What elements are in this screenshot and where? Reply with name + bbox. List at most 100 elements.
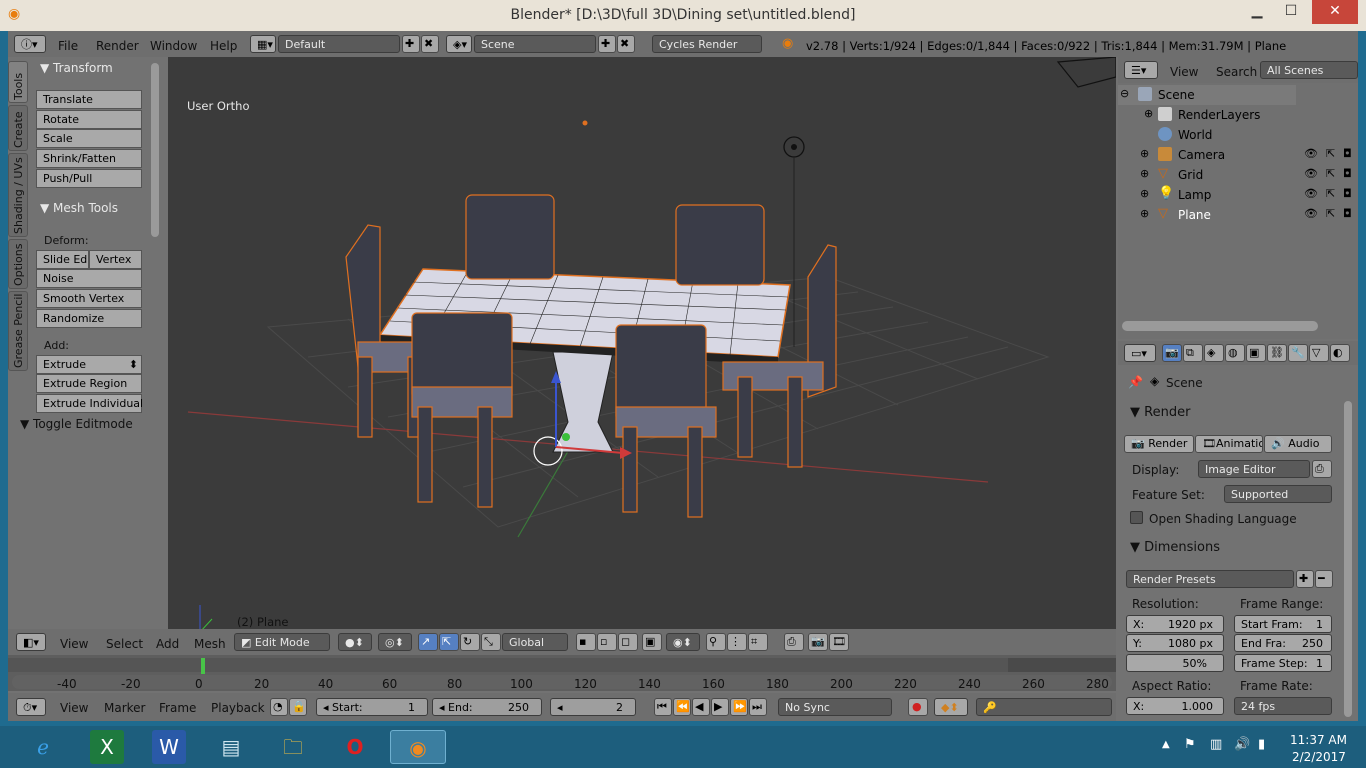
expand-icon[interactable]: ⊕ bbox=[1140, 187, 1149, 200]
rotate-button[interactable]: Rotate bbox=[36, 110, 142, 129]
feature-set-select[interactable]: Supported bbox=[1224, 485, 1332, 503]
proportional-edit-select[interactable]: ◉⬍ bbox=[666, 633, 700, 651]
slide-edge-button[interactable]: Slide Ed bbox=[36, 250, 89, 269]
tab-options[interactable]: Options bbox=[8, 239, 28, 289]
start-frame-field[interactable]: Start Fram: 1 bbox=[1234, 615, 1332, 633]
render-camera-icon[interactable]: ◘ bbox=[1343, 167, 1352, 180]
editor-type-button[interactable]: ⓘ▾ bbox=[14, 35, 46, 53]
play-button[interactable]: ▶ bbox=[711, 698, 729, 716]
osl-checkbox[interactable] bbox=[1130, 511, 1143, 524]
render-preview-button[interactable]: ⎙ bbox=[784, 633, 804, 651]
snap-toggle[interactable]: ⚲ bbox=[706, 633, 726, 651]
minimize-button[interactable]: ▁ bbox=[1240, 0, 1274, 24]
outliner-item-lamp[interactable]: ⊕ 💡 Lamp bbox=[1118, 185, 1358, 205]
add-scene-button[interactable]: ✚ bbox=[598, 35, 616, 53]
view3d-editor-type[interactable]: ◧▾ bbox=[16, 633, 46, 651]
tab-tools[interactable]: Tools bbox=[8, 61, 28, 103]
shrink-fatten-button[interactable]: Shrink/Fatten bbox=[36, 149, 142, 168]
expand-icon[interactable]: ⊕ bbox=[1140, 147, 1149, 160]
data-tab-icon[interactable]: ▽ bbox=[1309, 344, 1329, 362]
world-tab-icon[interactable]: ◍ bbox=[1225, 344, 1245, 362]
resolution-y-field[interactable]: Y: 1080 px bbox=[1126, 634, 1224, 652]
transform-orientation-select[interactable]: Global bbox=[502, 633, 568, 651]
aspect-x-field[interactable]: X: 1.000 bbox=[1126, 697, 1224, 715]
toolshelf-scrollbar[interactable] bbox=[151, 63, 159, 237]
render-camera-icon[interactable]: ◘ bbox=[1343, 147, 1352, 160]
pivot-point-select[interactable]: ◎⬍ bbox=[378, 633, 412, 651]
rotate-manipulator[interactable]: ↻ bbox=[460, 633, 480, 651]
jump-start-button[interactable]: ⏮ bbox=[654, 698, 672, 716]
eye-icon[interactable]: 👁 bbox=[1304, 147, 1318, 160]
system-monitor-icon[interactable]: ▤ bbox=[214, 730, 248, 764]
render-layers-tab-icon[interactable]: ⧉ bbox=[1183, 344, 1203, 362]
material-tab-icon[interactable]: ◐ bbox=[1330, 344, 1350, 362]
timeline[interactable]: -40 -20 0 20 40 60 80 100 120 140 160 18… bbox=[8, 655, 1116, 691]
extrude-menu[interactable]: Extrude ⬍ bbox=[36, 355, 142, 374]
mode-select[interactable]: ◩ Edit Mode bbox=[234, 633, 330, 651]
jump-prev-keyframe-button[interactable]: ⏪ bbox=[673, 698, 691, 716]
power-icon[interactable]: ▮ bbox=[1258, 737, 1265, 752]
auto-keyframe-toggle[interactable]: ● bbox=[908, 698, 928, 716]
render-camera-icon[interactable]: ◘ bbox=[1343, 187, 1352, 200]
menu-playback[interactable]: Playback bbox=[211, 701, 265, 715]
resolution-x-field[interactable]: X: 1920 px bbox=[1126, 615, 1224, 633]
timeline-scrollbar[interactable] bbox=[12, 675, 1112, 689]
sync-mode-select[interactable]: No Sync bbox=[778, 698, 892, 716]
audio-button[interactable]: 🔊 Audio bbox=[1264, 435, 1332, 453]
constraints-tab-icon[interactable]: ⛓ bbox=[1267, 344, 1287, 362]
limit-selection-toggle[interactable]: ▣ bbox=[642, 633, 662, 651]
network-icon[interactable]: ▥ bbox=[1210, 737, 1222, 752]
close-button[interactable]: ✕ bbox=[1312, 0, 1358, 24]
menu-mesh[interactable]: Mesh bbox=[194, 637, 226, 651]
outliner-item-plane[interactable]: ⊕ ▽ Plane bbox=[1118, 205, 1358, 225]
cursor-icon[interactable]: ⇱ bbox=[1326, 147, 1335, 160]
render-button[interactable]: 📷 Render bbox=[1124, 435, 1194, 453]
push-pull-button[interactable]: Push/Pull bbox=[36, 169, 142, 188]
keying-set-select[interactable]: ◆⬍ bbox=[934, 698, 968, 716]
pin-icon[interactable]: 📌 bbox=[1128, 375, 1143, 389]
translate-manipulator[interactable]: ⇱ bbox=[439, 633, 459, 651]
internet-explorer-icon[interactable]: ℯ bbox=[26, 730, 60, 764]
end-frame-field[interactable]: ◂ End: 250 bbox=[432, 698, 542, 716]
render-engine-select[interactable]: Cycles Render bbox=[652, 35, 762, 53]
randomize-button[interactable]: Randomize bbox=[36, 309, 142, 328]
manipulator-toggle[interactable]: ↗ bbox=[418, 633, 438, 651]
outliner-editor-type[interactable]: ☰▾ bbox=[1124, 61, 1158, 79]
object-tab-icon[interactable]: ▣ bbox=[1246, 344, 1266, 362]
start-frame-field[interactable]: ◂ Start: 1 bbox=[316, 698, 428, 716]
end-frame-field[interactable]: End Fra: 250 bbox=[1234, 634, 1332, 652]
animation-button[interactable]: 🎞Animation bbox=[1195, 435, 1263, 453]
menu-view[interactable]: View bbox=[60, 701, 88, 715]
vertex-select-mode[interactable]: ▪ bbox=[576, 633, 596, 651]
outliner-item-world[interactable]: World bbox=[1118, 125, 1358, 145]
scene-icon[interactable]: ◈▾ bbox=[446, 35, 472, 53]
show-hidden-icons[interactable]: ▲ bbox=[1162, 739, 1170, 750]
properties-editor-type[interactable]: ▭▾ bbox=[1124, 344, 1156, 362]
render-camera-icon[interactable]: ◘ bbox=[1343, 207, 1352, 220]
eye-icon[interactable]: 👁 bbox=[1304, 187, 1318, 200]
menu-file[interactable]: File bbox=[58, 39, 78, 53]
mesh-tools-panel-toggle[interactable]: ▼ Mesh Tools bbox=[40, 201, 118, 215]
menu-add[interactable]: Add bbox=[156, 637, 179, 651]
menu-marker[interactable]: Marker bbox=[104, 701, 145, 715]
noise-button[interactable]: Noise bbox=[36, 269, 142, 288]
opengl-render-button[interactable]: 📷 bbox=[808, 633, 828, 651]
menu-render[interactable]: Render bbox=[96, 39, 139, 53]
snap-element-select[interactable]: ⋮ bbox=[727, 633, 747, 651]
translate-button[interactable]: Translate bbox=[36, 90, 142, 109]
cursor-icon[interactable]: ⇱ bbox=[1326, 207, 1335, 220]
timeline-editor-type[interactable]: ⏱▾ bbox=[16, 698, 46, 716]
menu-frame[interactable]: Frame bbox=[159, 701, 196, 715]
opengl-animation-button[interactable]: 🎞 bbox=[829, 633, 849, 651]
scale-button[interactable]: Scale bbox=[36, 129, 142, 148]
render-tab-icon[interactable]: 📷 bbox=[1162, 344, 1182, 362]
volume-icon[interactable]: 🔊 bbox=[1234, 737, 1250, 752]
cursor-icon[interactable]: ⇱ bbox=[1326, 187, 1335, 200]
properties-scrollbar[interactable] bbox=[1344, 401, 1352, 717]
current-frame-indicator[interactable] bbox=[201, 658, 205, 674]
lock-interface-button[interactable]: ⎙ bbox=[1312, 460, 1332, 478]
scene-field[interactable]: Scene bbox=[474, 35, 596, 53]
dimensions-panel-toggle[interactable]: ▼ Dimensions bbox=[1130, 540, 1220, 555]
blender-taskbar-icon[interactable]: ◉ bbox=[390, 730, 446, 764]
render-panel-toggle[interactable]: ▼ Render bbox=[1130, 405, 1190, 420]
